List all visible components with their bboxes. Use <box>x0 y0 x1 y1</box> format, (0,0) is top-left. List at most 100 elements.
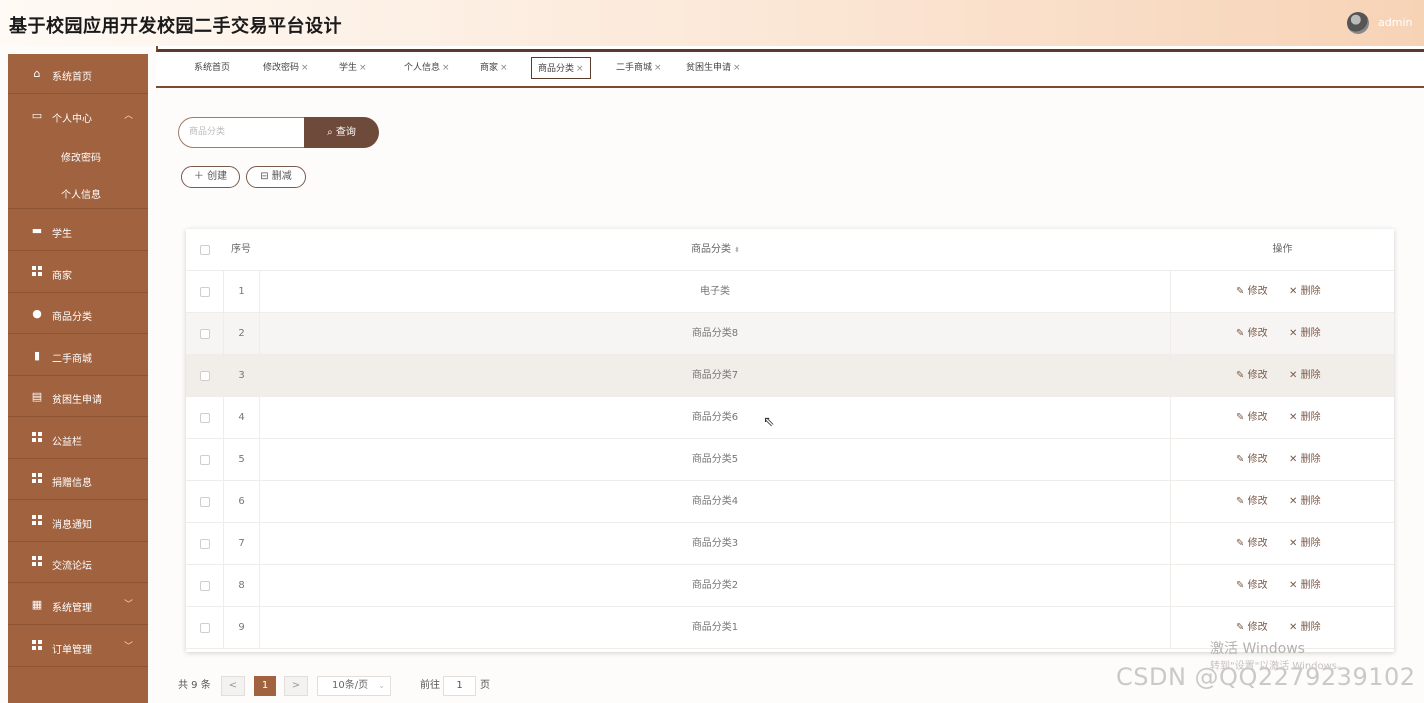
search-button[interactable]: ⌕ 查询 <box>304 117 379 148</box>
delete-button[interactable]: ✕ 删除 <box>1289 397 1321 439</box>
edit-button[interactable]: ✎ 修改 <box>1236 523 1268 565</box>
delete-button[interactable]: ✕ 删除 <box>1289 439 1321 481</box>
chevron-down-icon: ﹀ <box>124 600 134 610</box>
delete-button[interactable]: ✕ 删除 <box>1289 313 1321 355</box>
edit-button[interactable]: ✎ 修改 <box>1236 313 1268 355</box>
delete-button[interactable]: ✕ 删除 <box>1289 565 1321 607</box>
tab-merchants[interactable]: 商家 × <box>480 57 508 79</box>
sidebar-item-label: 学生 <box>52 229 72 240</box>
sidebar-item-label: 个人中心 <box>52 114 92 125</box>
edit-button[interactable]: ✎ 修改 <box>1236 565 1268 607</box>
row-index: 4 <box>223 397 260 439</box>
tab-home[interactable]: 系统首页 <box>194 57 230 79</box>
row-checkbox[interactable] <box>200 539 210 549</box>
table-row[interactable]: 6 商品分类4 ✎ 修改 ✕ 删除 <box>186 481 1394 523</box>
close-icon[interactable]: × <box>359 63 367 73</box>
category-table: 序号 商品分类 ⬍ 操作 1 电子类 ✎ 修改 ✕ 删除 2 商品分类8 ✎ 修改 ✕ 删除 3 商… <box>186 229 1394 652</box>
table-row[interactable]: 8 商品分类2 ✎ 修改 ✕ 删除 <box>186 565 1394 607</box>
select-all-checkbox[interactable] <box>200 245 210 255</box>
row-index: 5 <box>223 439 260 481</box>
edit-button[interactable]: ✎ 修改 <box>1236 271 1268 313</box>
tab-personal-info[interactable]: 个人信息 × <box>404 57 450 79</box>
sidebar-item-label: 贫困生申请 <box>52 395 102 406</box>
edit-button[interactable]: ✎ 修改 <box>1236 397 1268 439</box>
close-icon[interactable]: × <box>500 63 508 73</box>
grid-icon <box>30 515 44 529</box>
close-icon[interactable]: × <box>442 63 450 73</box>
pencil-icon: ✎ <box>1236 496 1245 507</box>
close-icon[interactable]: × <box>301 63 309 73</box>
create-button[interactable]: ＋ 创建 <box>181 166 240 188</box>
delete-button[interactable]: ✕ 删除 <box>1289 355 1321 397</box>
delete-button[interactable]: ✕ 删除 <box>1289 523 1321 565</box>
user-name[interactable]: admin <box>1378 16 1412 29</box>
card-icon: ▭ <box>31 109 43 122</box>
table-row[interactable]: 1 电子类 ✎ 修改 ✕ 删除 <box>186 271 1394 313</box>
close-icon[interactable]: × <box>654 63 662 73</box>
table-row[interactable]: 2 商品分类8 ✎ 修改 ✕ 删除 <box>186 313 1394 355</box>
tab-categories[interactable]: 商品分类 × <box>531 57 591 79</box>
edit-button[interactable]: ✎ 修改 <box>1236 355 1268 397</box>
delete-button[interactable]: ✕ 删除 <box>1289 481 1321 523</box>
sidebar-item-poverty-application[interactable]: ▤ 贫困生申请 <box>8 377 148 417</box>
chevron-down-icon: ⌄ <box>378 681 385 690</box>
row-checkbox[interactable] <box>200 581 210 591</box>
sidebar-item-categories[interactable]: ● 商品分类 <box>8 294 148 334</box>
sidebar-item-label: 消息通知 <box>52 520 92 531</box>
sidebar-item-charity-board[interactable]: 公益栏 <box>8 419 148 459</box>
close-icon[interactable]: × <box>576 64 584 74</box>
sidebar-item-donation-info[interactable]: 捐赠信息 <box>8 460 148 500</box>
page-number-current[interactable]: 1 <box>254 676 276 696</box>
goto-page-input[interactable]: 1 <box>443 676 476 696</box>
table-row[interactable]: 3 商品分类7 ✎ 修改 ✕ 删除 <box>186 355 1394 397</box>
minus-box-icon: ⊟ <box>260 171 269 182</box>
sidebar-item-merchants[interactable]: 商家 <box>8 253 148 293</box>
tab-poverty-application[interactable]: 贫困生申请 × <box>686 57 741 79</box>
row-checkbox[interactable] <box>200 329 210 339</box>
table-row[interactable]: 4 商品分类6 ✎ 修改 ✕ 删除 <box>186 397 1394 439</box>
search-input[interactable]: 商品分类 <box>178 117 308 148</box>
close-icon[interactable]: × <box>733 63 741 73</box>
sidebar-item-home[interactable]: ⌂ 系统首页 <box>8 54 148 94</box>
avatar[interactable] <box>1347 12 1369 34</box>
table-row[interactable]: 5 商品分类5 ✎ 修改 ✕ 删除 <box>186 439 1394 481</box>
tab-second-hand-mall[interactable]: 二手商城 × <box>616 57 662 79</box>
edit-button[interactable]: ✎ 修改 <box>1236 439 1268 481</box>
edit-button[interactable]: ✎ 修改 <box>1236 481 1268 523</box>
row-checkbox[interactable] <box>200 413 210 423</box>
sidebar-item-notifications[interactable]: 消息通知 <box>8 502 148 542</box>
sidebar-item-label: 系统首页 <box>52 72 92 83</box>
delete-button[interactable]: ✕ 删除 <box>1289 271 1321 313</box>
sidebar-item-second-hand-mall[interactable]: ▮ 二手商城 <box>8 336 148 376</box>
sidebar-item-students[interactable]: ▬ 学生 <box>8 211 148 251</box>
page-size-select[interactable]: 10条/页 ⌄ <box>317 676 391 696</box>
sidebar-subitem-change-password[interactable]: 修改密码 <box>8 136 148 172</box>
pencil-icon: ✎ <box>1236 412 1245 423</box>
tab-change-password[interactable]: 修改密码 × <box>263 57 309 79</box>
next-page-button[interactable]: > <box>284 676 308 696</box>
batch-delete-button[interactable]: ⊟ 删减 <box>246 166 306 188</box>
home-icon: ⌂ <box>33 67 41 80</box>
sidebar-item-system-management[interactable]: ▦ 系统管理 ﹀ <box>8 585 148 625</box>
header-name[interactable]: 商品分类 ⬍ <box>260 229 1171 271</box>
row-checkbox[interactable] <box>200 287 210 297</box>
sidebar-item-forum[interactable]: 交流论坛 <box>8 543 148 583</box>
prev-page-button[interactable]: < <box>221 676 245 696</box>
close-icon: ✕ <box>1289 412 1298 423</box>
sidebar-item-label: 公益栏 <box>52 437 82 448</box>
table-row[interactable]: 7 商品分类3 ✎ 修改 ✕ 删除 <box>186 523 1394 565</box>
sidebar-item-personal-center[interactable]: ▭ 个人中心 ︿ <box>8 96 148 136</box>
app-title: 基于校园应用开发校园二手交易平台设计 <box>9 16 342 37</box>
book-icon: ▮ <box>33 349 41 362</box>
pencil-icon: ✎ <box>1236 538 1245 549</box>
tab-students[interactable]: 学生 × <box>339 57 367 79</box>
row-category-name: 商品分类4 <box>260 481 1171 523</box>
row-checkbox[interactable] <box>200 497 210 507</box>
sidebar-subitem-personal-info[interactable]: 个人信息 <box>8 173 148 209</box>
grid-icon <box>30 473 44 487</box>
sidebar-item-order-management[interactable]: 订单管理 ﹀ <box>8 627 148 667</box>
mouse-cursor-icon: ⇖ <box>763 414 775 430</box>
row-checkbox[interactable] <box>200 455 210 465</box>
row-checkbox[interactable] <box>200 623 210 633</box>
row-checkbox[interactable] <box>200 371 210 381</box>
